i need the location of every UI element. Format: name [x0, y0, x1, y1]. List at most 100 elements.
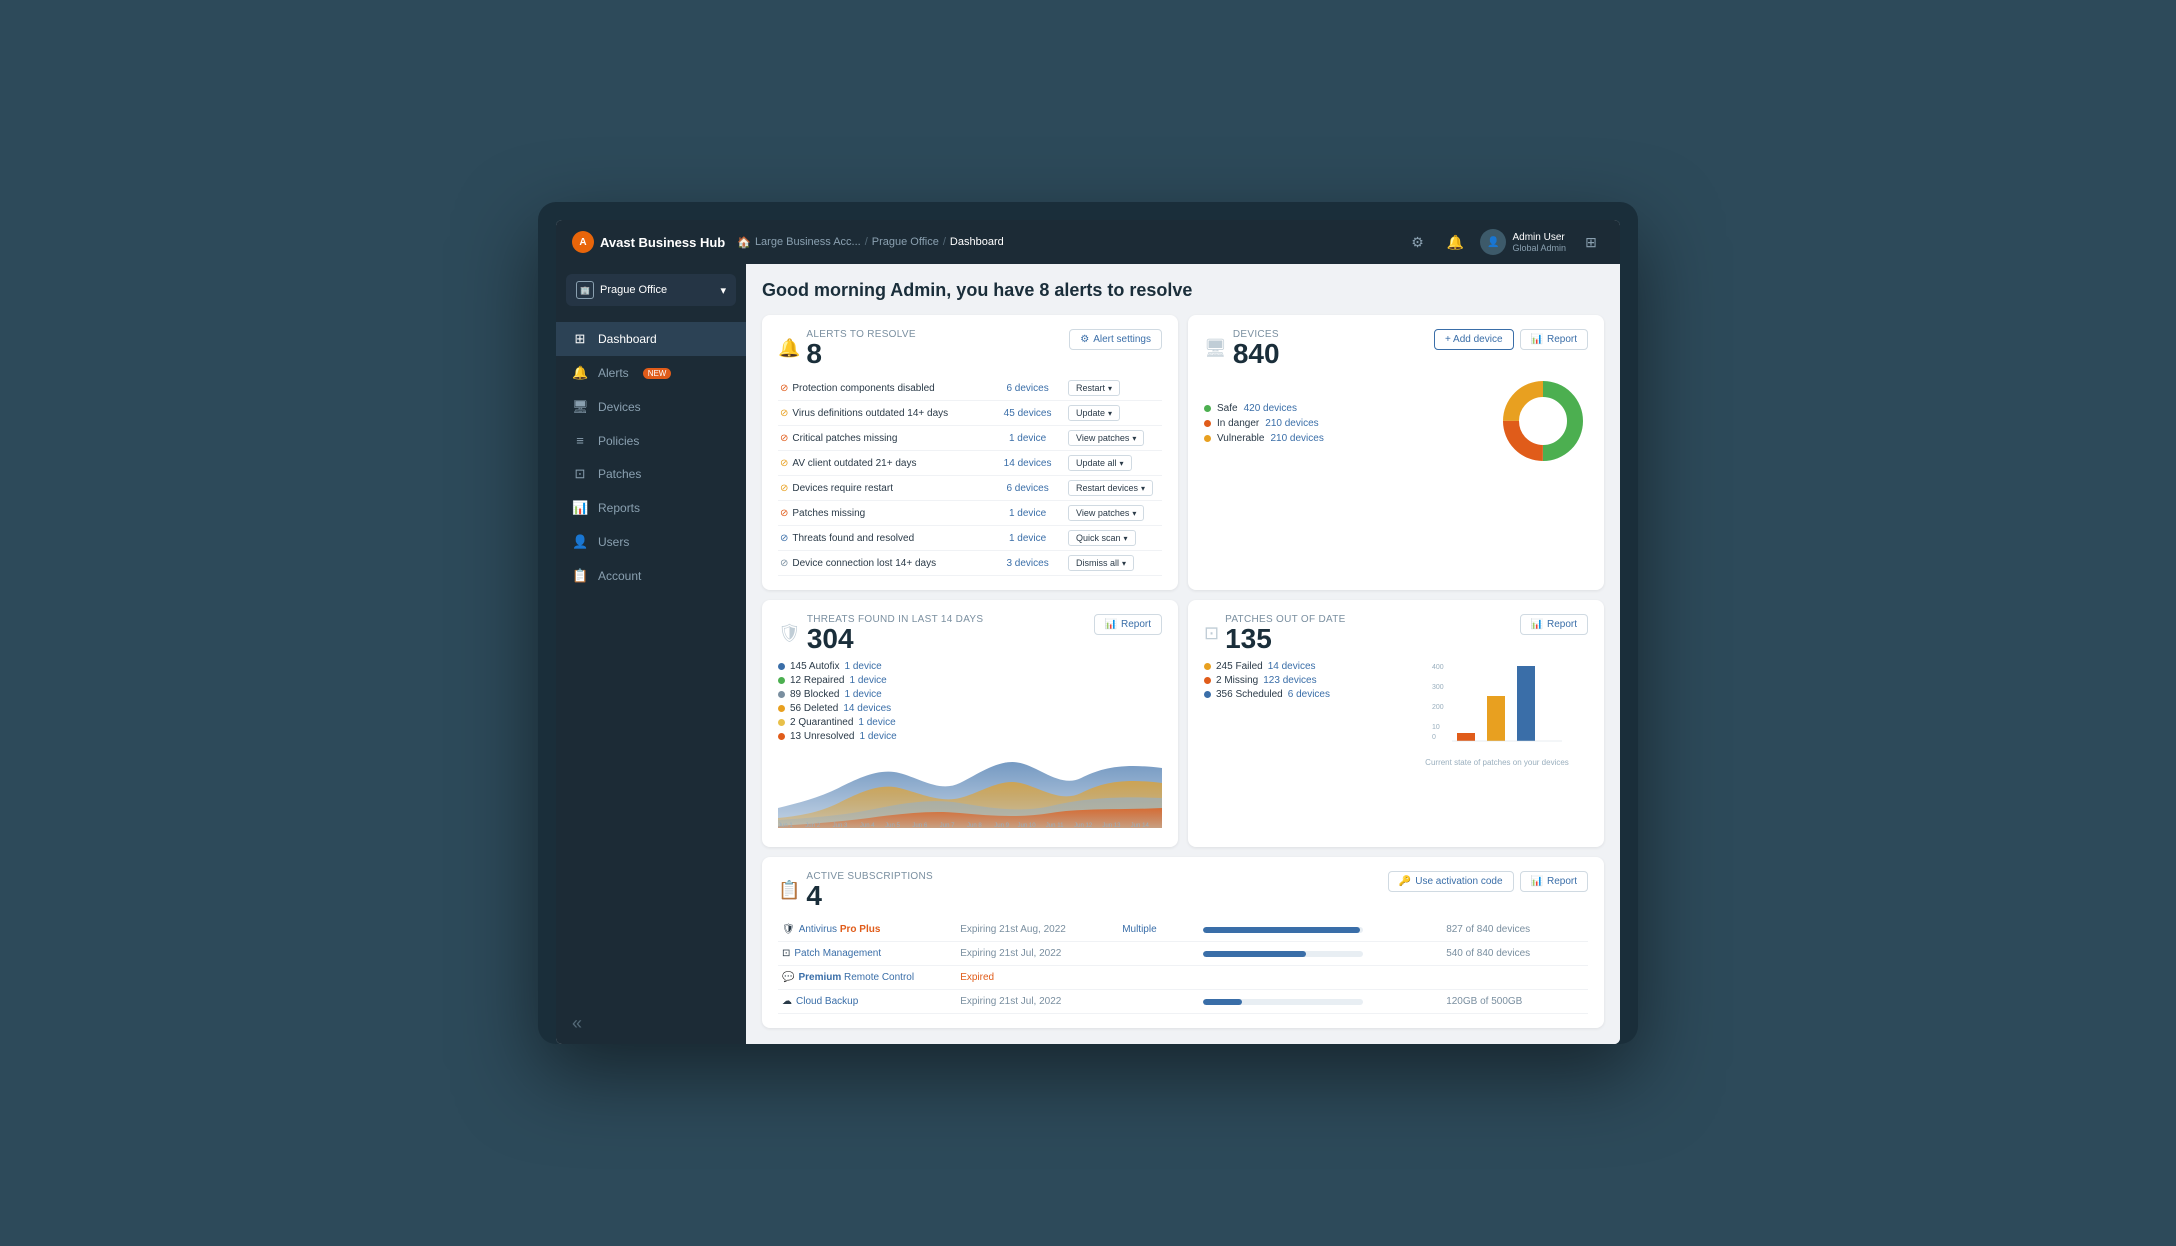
- alert-action-button[interactable]: Restart devices ▾: [1068, 480, 1153, 496]
- alert-action-button[interactable]: Restart ▾: [1068, 380, 1120, 396]
- progress-bar: [1203, 999, 1363, 1005]
- alerts-card-label: Alerts to resolve: [806, 329, 915, 340]
- sidebar-item-reports[interactable]: 📊 Reports: [556, 491, 746, 525]
- threat-dot: [778, 677, 785, 684]
- alert-action-button[interactable]: Update ▾: [1068, 405, 1120, 421]
- alert-action-button[interactable]: View patches ▾: [1068, 505, 1144, 521]
- patches-report-button[interactable]: 📊 Report: [1520, 614, 1588, 635]
- alert-action-button[interactable]: Update all ▾: [1068, 455, 1132, 471]
- main-content: Good morning Admin, you have 8 alerts to…: [746, 264, 1620, 1044]
- alerts-table: ⊘ Protection components disabled 6 devic…: [778, 376, 1162, 576]
- sub-icon: ⊡: [782, 948, 790, 959]
- account-icon: 📋: [572, 568, 588, 584]
- threat-link[interactable]: 1 device: [844, 689, 881, 700]
- alert-count-link[interactable]: 14 devices: [1004, 458, 1052, 469]
- threat-dot: [778, 663, 785, 670]
- donut-chart: [1498, 376, 1588, 466]
- threat-link[interactable]: 1 device: [859, 731, 896, 742]
- sidebar-item-policies[interactable]: ≡ Policies: [556, 424, 746, 457]
- table-row: 💬 Premium Remote Control Expired: [778, 966, 1588, 990]
- stat-link[interactable]: 210 devices: [1270, 433, 1323, 444]
- alert-count-link[interactable]: 6 devices: [1006, 483, 1048, 494]
- settings-icon[interactable]: ⚙: [1404, 229, 1430, 255]
- subscriptions-card: 📋 Active subscriptions 4 🔑 Use activatio…: [762, 857, 1604, 1028]
- devices-card: 🖥 Devices 840 + Add device 📊: [1188, 315, 1604, 590]
- sub-expiry: Expiring 21st Aug, 2022: [960, 924, 1066, 935]
- sub-expiry: Expiring 21st Jul, 2022: [960, 948, 1061, 959]
- patch-link[interactable]: 123 devices: [1263, 675, 1316, 686]
- stat-link[interactable]: 210 devices: [1265, 418, 1318, 429]
- alert-action-button[interactable]: Quick scan ▾: [1068, 530, 1136, 546]
- table-row: 🛡 Antivirus Pro Plus Expiring 21st Aug, …: [778, 918, 1588, 942]
- org-selector[interactable]: 🏢 Prague Office ▾: [566, 274, 736, 306]
- sidebar-item-label: Dashboard: [598, 332, 657, 346]
- subscriptions-card-label: Active subscriptions: [806, 871, 933, 882]
- patches-card: ⊡ Patches out of date 135 📊 Report: [1188, 600, 1604, 847]
- alert-count-link[interactable]: 1 device: [1009, 508, 1046, 519]
- alerts-card-count: 8: [806, 340, 915, 368]
- sub-usage: 120GB of 500GB: [1446, 996, 1522, 1007]
- threat-line: 13 Unresolved 1 device: [778, 731, 1162, 742]
- notification-icon[interactable]: 🔔: [1442, 229, 1468, 255]
- patches-card-icon: ⊡: [1204, 623, 1219, 644]
- devices-report-button[interactable]: 📊 Report: [1520, 329, 1588, 350]
- alert-settings-button[interactable]: ⚙ Alert settings: [1069, 329, 1162, 350]
- breadcrumb-office[interactable]: Prague Office: [872, 236, 939, 248]
- threat-dot: [778, 705, 785, 712]
- report-icon: 📊: [1531, 334, 1543, 345]
- sidebar-item-alerts[interactable]: 🔔 Alerts NEW: [556, 356, 746, 390]
- svg-text:Jun 14: Jun 14: [1131, 823, 1150, 828]
- alert-count-link[interactable]: 1 device: [1009, 433, 1046, 444]
- threat-line: 89 Blocked 1 device: [778, 689, 1162, 700]
- svg-text:Jun 9: Jun 9: [994, 823, 1009, 828]
- breadcrumb-root[interactable]: Large Business Acc...: [755, 236, 861, 248]
- threat-link[interactable]: 14 devices: [843, 703, 891, 714]
- stat-link[interactable]: 420 devices: [1244, 403, 1297, 414]
- threat-link[interactable]: 1 device: [858, 717, 895, 728]
- patches-bar-chart: 400 300 200 10 0: [1406, 661, 1588, 751]
- sidebar-item-account[interactable]: 📋 Account: [556, 559, 746, 593]
- patch-link[interactable]: 14 devices: [1268, 661, 1316, 672]
- sub-name-link[interactable]: Patch Management: [794, 948, 881, 959]
- sidebar-item-devices[interactable]: 🖥 Devices: [556, 390, 746, 424]
- alert-action-button[interactable]: View patches ▾: [1068, 430, 1144, 446]
- progress-bar: [1203, 927, 1363, 933]
- breadcrumb-home-icon: 🏠: [737, 236, 751, 249]
- alert-count-link[interactable]: 45 devices: [1004, 408, 1052, 419]
- svg-text:Jun 4: Jun 4: [860, 823, 875, 828]
- alert-count-link[interactable]: 3 devices: [1006, 558, 1048, 569]
- threat-line: 56 Deleted 14 devices: [778, 703, 1162, 714]
- sub-name-link[interactable]: Antivirus Pro Plus: [799, 924, 881, 935]
- topbar: A Avast Business Hub 🏠 Large Business Ac…: [556, 220, 1620, 264]
- sub-name-label: Premium Remote Control: [798, 972, 914, 983]
- sidebar-item-dashboard[interactable]: ⊞ Dashboard: [556, 322, 746, 356]
- sidebar-item-label: Users: [598, 535, 629, 549]
- threat-link[interactable]: 1 device: [844, 661, 881, 672]
- alert-action-button[interactable]: Dismiss all ▾: [1068, 555, 1134, 571]
- subscription-name: 🛡 Antivirus Pro Plus: [782, 924, 952, 935]
- threats-stats: 145 Autofix 1 device 12 Repaired 1 devic…: [778, 661, 1162, 742]
- patch-line: 2 Missing 123 devices: [1204, 675, 1386, 686]
- threat-line: 12 Repaired 1 device: [778, 675, 1162, 686]
- sub-name-link[interactable]: Cloud Backup: [796, 996, 858, 1007]
- threat-link[interactable]: 1 device: [849, 675, 886, 686]
- sidebar-item-label: Devices: [598, 400, 641, 414]
- subscriptions-table: 🛡 Antivirus Pro Plus Expiring 21st Aug, …: [778, 918, 1588, 1014]
- devices-stats: Safe 420 devices In danger 210 devices V…: [1204, 403, 1324, 444]
- add-device-button[interactable]: + Add device: [1434, 329, 1514, 350]
- user-info: 👤 Admin User Global Admin: [1480, 229, 1566, 255]
- sidebar-item-patches[interactable]: ⊡ Patches: [556, 457, 746, 491]
- patch-link[interactable]: 6 devices: [1288, 689, 1330, 700]
- alert-count-link[interactable]: 6 devices: [1006, 383, 1048, 394]
- sidebar-item-users[interactable]: 👤 Users: [556, 525, 746, 559]
- subscriptions-report-button[interactable]: 📊 Report: [1520, 871, 1588, 892]
- sub-expiry: Expiring 21st Jul, 2022: [960, 996, 1061, 1007]
- alert-count-link[interactable]: 1 device: [1009, 533, 1046, 544]
- collapse-button[interactable]: «: [556, 1003, 746, 1044]
- sub-name-link[interactable]: Premium Remote Control: [798, 972, 914, 983]
- use-activation-code-button[interactable]: 🔑 Use activation code: [1388, 871, 1514, 892]
- sidebar-item-label: Account: [598, 569, 641, 583]
- grid-icon[interactable]: ⊞: [1578, 229, 1604, 255]
- table-row: ⊘ Threats found and resolved 1 device Qu…: [778, 526, 1162, 551]
- threats-report-button[interactable]: 📊 Report: [1094, 614, 1162, 635]
